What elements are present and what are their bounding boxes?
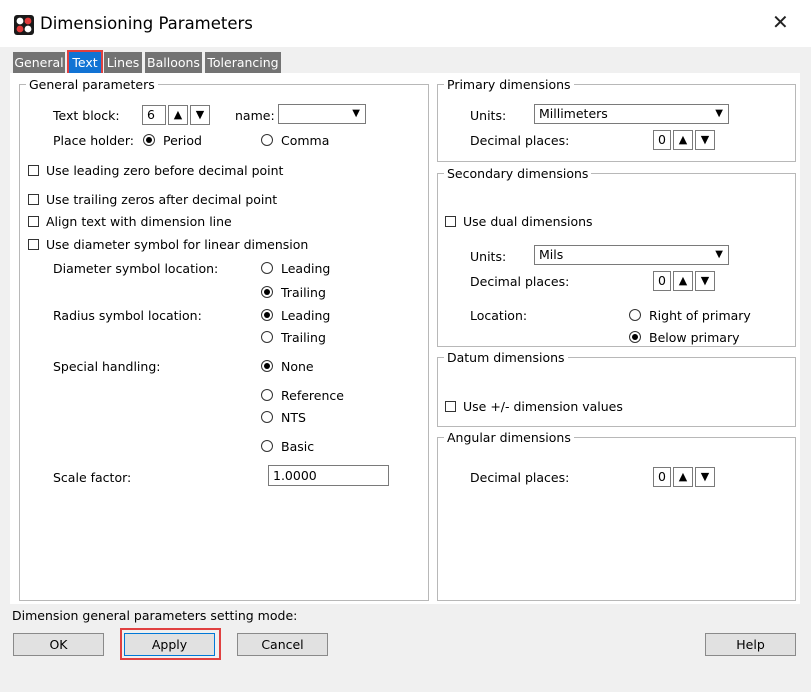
tab-general[interactable]: General <box>13 52 65 73</box>
comma-radio[interactable] <box>261 134 273 146</box>
secondary-decimal-up-icon[interactable]: ▲ <box>673 271 693 291</box>
radius-location-label: Radius symbol location: <box>53 308 202 323</box>
datum-dimensions-legend: Datum dimensions <box>447 350 565 365</box>
scale-factor-input[interactable]: 1.0000 <box>268 465 389 486</box>
primary-dimensions-legend: Primary dimensions <box>447 77 571 92</box>
chevron-down-icon: ▼ <box>715 249 723 260</box>
name-select[interactable]: ▼ <box>278 104 366 124</box>
diameter-trailing-label: Trailing <box>281 285 326 300</box>
period-radio[interactable] <box>143 134 155 146</box>
leading-zero-checkbox[interactable] <box>28 165 39 176</box>
right-of-primary-radio[interactable] <box>629 309 641 321</box>
general-parameters-legend: General parameters <box>29 77 155 92</box>
secondary-units-label: Units: <box>470 249 507 264</box>
app-icon <box>14 15 34 35</box>
secondary-dimensions-legend: Secondary dimensions <box>447 166 589 181</box>
comma-label: Comma <box>281 133 330 148</box>
tab-lines[interactable]: Lines <box>104 52 142 73</box>
angular-dimensions-group: Angular dimensions <box>437 430 796 601</box>
dual-dimensions-label: Use dual dimensions <box>463 214 593 229</box>
period-label: Period <box>163 133 202 148</box>
align-text-label: Align text with dimension line <box>46 214 232 229</box>
angular-decimal-down-icon[interactable]: ▼ <box>695 467 715 487</box>
cancel-button[interactable]: Cancel <box>237 633 328 656</box>
diameter-leading-label: Leading <box>281 261 331 276</box>
trailing-zeros-checkbox[interactable] <box>28 194 39 205</box>
diameter-symbol-label: Use diameter symbol for linear dimension <box>46 237 309 252</box>
location-label: Location: <box>470 308 528 323</box>
tab-tolerancing[interactable]: Tolerancing <box>205 52 281 73</box>
text-block-input[interactable]: 6 <box>142 105 166 125</box>
angular-decimal-label: Decimal places: <box>470 470 570 485</box>
plus-minus-checkbox[interactable] <box>445 401 456 412</box>
diameter-symbol-checkbox[interactable] <box>28 239 39 250</box>
radius-trailing-radio[interactable] <box>261 331 273 343</box>
angular-decimal-input[interactable]: 0 <box>653 467 671 487</box>
secondary-decimal-label: Decimal places: <box>470 274 570 289</box>
radius-leading-radio[interactable] <box>261 309 273 321</box>
secondary-decimal-down-icon[interactable]: ▼ <box>695 271 715 291</box>
special-nts-radio[interactable] <box>261 411 273 423</box>
secondary-units-select[interactable]: Mils ▼ <box>534 245 729 265</box>
right-of-primary-label: Right of primary <box>649 308 751 323</box>
name-label: name: <box>235 108 275 123</box>
align-text-checkbox[interactable] <box>28 216 39 227</box>
radius-leading-label: Leading <box>281 308 331 323</box>
primary-units-label: Units: <box>470 108 507 123</box>
scale-factor-label: Scale factor: <box>53 470 132 485</box>
special-reference-label: Reference <box>281 388 344 403</box>
diameter-leading-radio[interactable] <box>261 262 273 274</box>
plus-minus-label: Use +/- dimension values <box>463 399 623 414</box>
help-button[interactable]: Help <box>705 633 796 656</box>
tab-balloons[interactable]: Balloons <box>145 52 202 73</box>
special-basic-radio[interactable] <box>261 440 273 452</box>
primary-units-value: Millimeters <box>539 106 608 121</box>
title-bar: Dimensioning Parameters ✕ <box>0 0 811 47</box>
tab-text[interactable]: Text <box>67 50 103 75</box>
window-title: Dimensioning Parameters <box>40 14 253 33</box>
text-block-down-icon[interactable]: ▼ <box>190 105 210 125</box>
primary-units-select[interactable]: Millimeters ▼ <box>534 104 729 124</box>
diameter-trailing-radio[interactable] <box>261 286 273 298</box>
leading-zero-label: Use leading zero before decimal point <box>46 163 284 178</box>
place-holder-label: Place holder: <box>53 133 135 148</box>
special-none-label: None <box>281 359 314 374</box>
ok-button[interactable]: OK <box>13 633 104 656</box>
angular-decimal-up-icon[interactable]: ▲ <box>673 467 693 487</box>
secondary-decimal-input[interactable]: 0 <box>653 271 671 291</box>
chevron-down-icon: ▼ <box>715 108 723 119</box>
below-primary-radio[interactable] <box>629 331 641 343</box>
below-primary-label: Below primary <box>649 330 740 345</box>
apply-highlight <box>120 628 221 660</box>
special-handling-label: Special handling: <box>53 359 161 374</box>
datum-dimensions-group: Datum dimensions <box>437 350 796 427</box>
secondary-units-value: Mils <box>539 247 564 262</box>
trailing-zeros-label: Use trailing zeros after decimal point <box>46 192 278 207</box>
primary-decimal-up-icon[interactable]: ▲ <box>673 130 693 150</box>
special-nts-label: NTS <box>281 410 306 425</box>
radius-trailing-label: Trailing <box>281 330 326 345</box>
primary-decimal-label: Decimal places: <box>470 133 570 148</box>
primary-decimal-input[interactable]: 0 <box>653 130 671 150</box>
status-text: Dimension general parameters setting mod… <box>12 608 298 623</box>
text-block-up-icon[interactable]: ▲ <box>168 105 188 125</box>
special-none-radio[interactable] <box>261 360 273 372</box>
close-icon[interactable]: ✕ <box>772 12 789 32</box>
special-basic-label: Basic <box>281 439 315 454</box>
chevron-down-icon: ▼ <box>352 108 360 119</box>
angular-dimensions-legend: Angular dimensions <box>447 430 571 445</box>
dual-dimensions-checkbox[interactable] <box>445 216 456 227</box>
diameter-location-label: Diameter symbol location: <box>53 261 219 276</box>
text-block-label: Text block: <box>53 108 120 123</box>
general-parameters-group: General parameters <box>19 77 429 601</box>
primary-decimal-down-icon[interactable]: ▼ <box>695 130 715 150</box>
special-reference-radio[interactable] <box>261 389 273 401</box>
